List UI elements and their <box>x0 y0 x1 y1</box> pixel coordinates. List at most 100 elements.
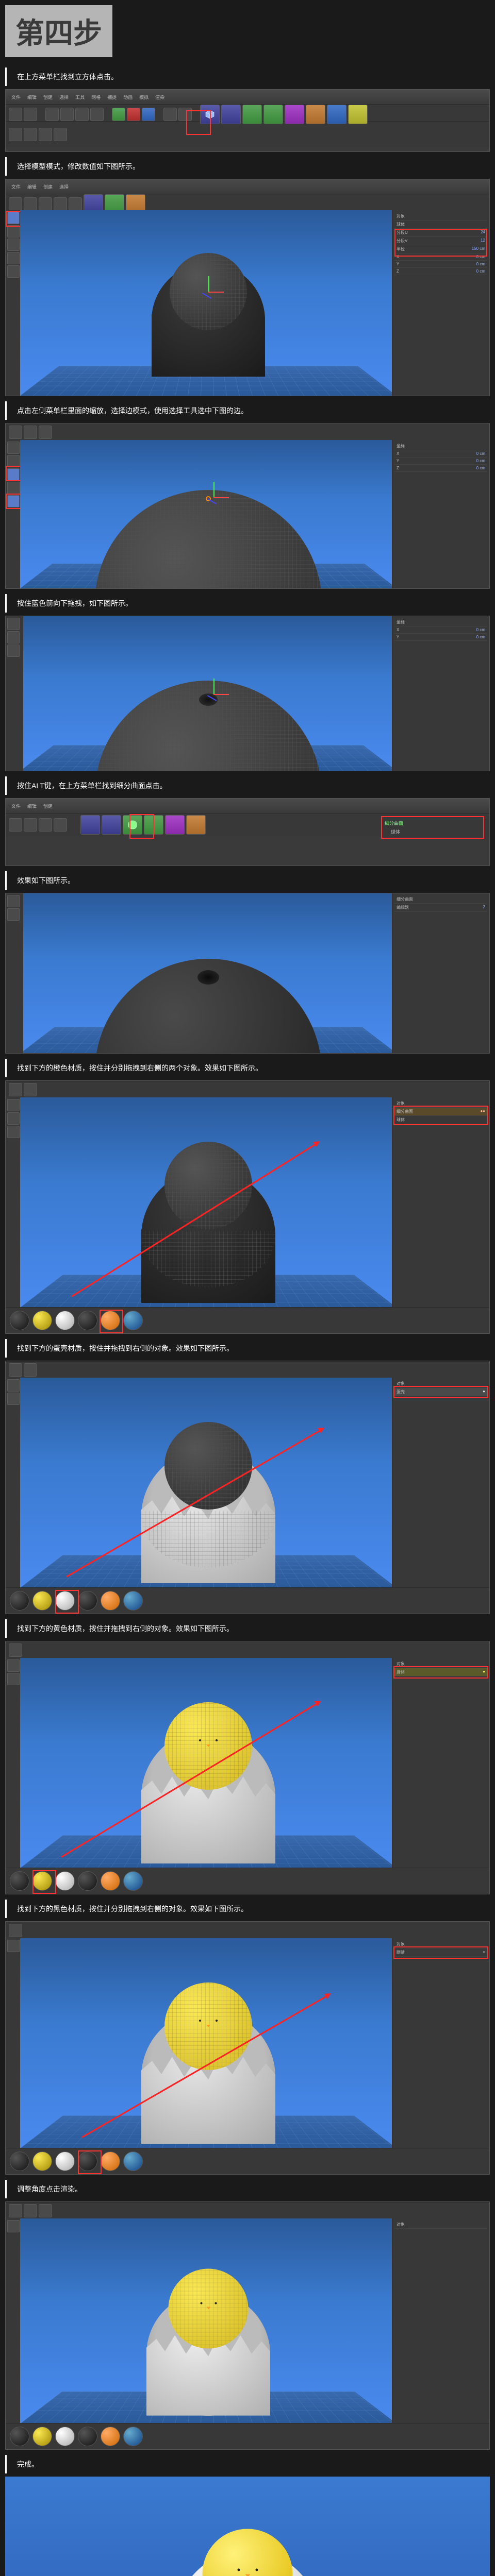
m[interactable]: 文件 <box>9 803 23 809</box>
m[interactable] <box>55 1871 75 1891</box>
menu-select[interactable]: 选择 <box>57 94 71 100</box>
scale-tool[interactable] <box>75 108 89 121</box>
m[interactable] <box>10 2427 29 2446</box>
mat-orange[interactable] <box>101 1311 120 1330</box>
eye-obj[interactable]: 眼睛 <box>397 1950 405 1955</box>
tb-a4[interactable] <box>54 128 67 141</box>
tb[interactable] <box>186 815 206 835</box>
tb-a2[interactable] <box>24 128 37 141</box>
m[interactable] <box>32 1591 52 1611</box>
tb[interactable] <box>80 815 100 835</box>
menu-tools[interactable]: 工具 <box>73 94 87 100</box>
l[interactable] <box>7 1379 20 1392</box>
edge-mode-button[interactable] <box>7 495 20 507</box>
lt[interactable] <box>7 618 20 630</box>
mat-yellow[interactable] <box>32 1311 52 1330</box>
render-settings-button[interactable] <box>178 108 192 121</box>
v[interactable]: 0 cm <box>476 451 485 456</box>
mat-shell[interactable] <box>55 1311 75 1330</box>
val[interactable]: 24 <box>481 230 485 235</box>
l[interactable] <box>7 1112 20 1125</box>
t[interactable] <box>24 1363 37 1377</box>
tb[interactable] <box>24 426 37 439</box>
environment-button[interactable] <box>306 105 325 124</box>
body-obj[interactable]: 身体 <box>397 1669 405 1675</box>
obj-item[interactable]: 细分曲面 <box>397 1109 413 1114</box>
tb[interactable] <box>9 426 22 439</box>
l[interactable] <box>7 1126 20 1138</box>
subdiv-item[interactable]: 细分曲面 <box>384 819 482 827</box>
move-tool[interactable] <box>60 108 74 121</box>
menu[interactable]: 选择 <box>57 183 71 190</box>
t[interactable] <box>9 1083 22 1096</box>
obj-item[interactable]: 球体 <box>397 1117 405 1123</box>
light-button[interactable] <box>348 105 368 124</box>
mat-shell-8[interactable] <box>55 1591 75 1611</box>
menu-mesh[interactable]: 网格 <box>89 94 103 100</box>
v[interactable]: 0 cm <box>476 628 485 632</box>
val[interactable]: 0 cm <box>476 262 485 266</box>
viewport-10[interactable] <box>20 1938 397 2148</box>
m[interactable]: 编辑 <box>25 803 39 809</box>
menu[interactable]: 文件 <box>9 183 23 190</box>
menu[interactable]: 编辑 <box>25 183 39 190</box>
xaxis-button[interactable] <box>112 108 125 121</box>
menu-file[interactable]: 文件 <box>9 94 23 100</box>
m[interactable] <box>101 2151 120 2171</box>
edge-mode-button[interactable] <box>7 239 20 251</box>
m[interactable] <box>101 1591 120 1611</box>
t[interactable] <box>9 2204 22 2217</box>
shell-obj[interactable]: 蛋壳 <box>397 1389 405 1395</box>
val[interactable]: 0 cm <box>476 255 485 259</box>
m[interactable] <box>101 1871 120 1891</box>
m[interactable] <box>55 2151 75 2171</box>
m[interactable] <box>32 2427 52 2446</box>
lt[interactable] <box>7 631 20 643</box>
generator-button[interactable] <box>263 105 283 124</box>
val[interactable]: 0 cm <box>476 269 485 274</box>
viewport-2[interactable] <box>20 210 397 396</box>
subdiv-surface-button[interactable] <box>123 815 142 835</box>
lt[interactable] <box>7 482 20 494</box>
tb[interactable] <box>54 818 67 832</box>
viewport-4[interactable] <box>20 616 397 771</box>
undo-button[interactable] <box>9 108 22 121</box>
menu[interactable]: 创建 <box>41 183 55 190</box>
menu-render[interactable]: 渲染 <box>153 94 167 100</box>
lt[interactable] <box>7 645 20 657</box>
rotate-tool[interactable] <box>90 108 104 121</box>
m[interactable] <box>10 2151 29 2171</box>
zaxis-button[interactable] <box>142 108 155 121</box>
render-view-button[interactable] <box>39 2204 52 2217</box>
camera-button[interactable] <box>327 105 346 124</box>
tb[interactable] <box>144 815 163 835</box>
sphere-item[interactable]: 球体 <box>384 827 482 836</box>
l[interactable] <box>7 1393 20 1405</box>
m[interactable] <box>10 1871 29 1891</box>
model-mode-button[interactable] <box>7 212 20 224</box>
t[interactable] <box>24 1083 37 1096</box>
tb-a1[interactable] <box>9 128 22 141</box>
select-tool[interactable] <box>45 108 59 121</box>
lt[interactable] <box>7 442 20 454</box>
v[interactable]: 2 <box>483 905 485 910</box>
l[interactable] <box>7 1940 20 1952</box>
cube-primitive-button[interactable] <box>200 105 220 124</box>
m[interactable] <box>55 2427 75 2446</box>
tb[interactable] <box>54 197 67 211</box>
v[interactable]: 0 cm <box>476 459 485 463</box>
v[interactable]: 0 cm <box>476 466 485 470</box>
menu-edit[interactable]: 编辑 <box>25 94 39 100</box>
tb[interactable] <box>9 197 22 211</box>
viewport-9[interactable] <box>20 1658 397 1868</box>
scale-tool-button[interactable] <box>7 468 20 481</box>
m[interactable] <box>10 1591 29 1611</box>
m[interactable] <box>32 2151 52 2171</box>
viewport-11[interactable] <box>20 2218 397 2424</box>
menu-anim[interactable]: 动画 <box>121 94 135 100</box>
l[interactable] <box>7 2220 20 2232</box>
m[interactable] <box>123 2151 143 2171</box>
viewport-7[interactable] <box>20 1097 397 1308</box>
tb[interactable] <box>24 197 37 211</box>
mat-yellow-9[interactable] <box>32 1871 52 1891</box>
